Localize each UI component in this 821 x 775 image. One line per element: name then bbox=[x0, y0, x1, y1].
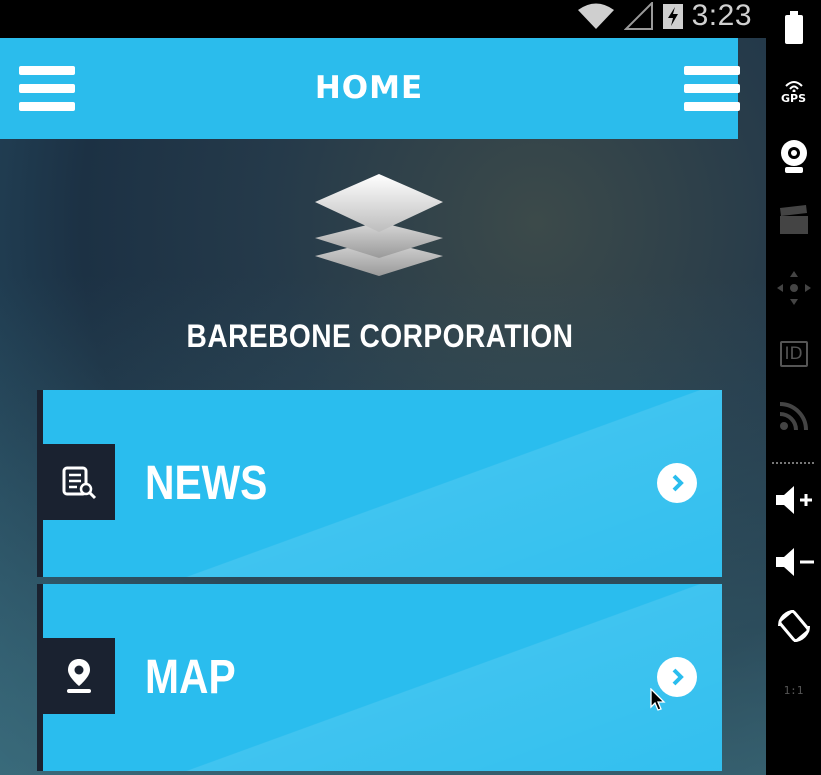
rotate-icon[interactable] bbox=[766, 606, 821, 646]
scale-icon[interactable]: 1:1 bbox=[766, 670, 821, 710]
news-icon bbox=[62, 466, 97, 500]
app-screen: HOME BAREBONE CORPORATION NEWS MAP bbox=[0, 38, 766, 775]
map-card-button[interactable]: MAP bbox=[37, 584, 722, 771]
news-card-button[interactable]: NEWS bbox=[37, 390, 722, 577]
page-title: HOME bbox=[314, 70, 424, 106]
gps-label: GPS bbox=[780, 91, 806, 105]
battery-icon[interactable] bbox=[766, 8, 821, 48]
company-name: BAREBONE CORPORATION bbox=[186, 318, 574, 354]
rss-icon[interactable] bbox=[766, 396, 821, 436]
chevron-right-icon bbox=[657, 463, 697, 503]
id-label: ID bbox=[779, 341, 808, 367]
battery-charging-icon bbox=[662, 4, 683, 29]
clapper-icon[interactable] bbox=[766, 200, 821, 240]
volume-up-icon[interactable] bbox=[766, 480, 821, 520]
status-time: 3:23 bbox=[691, 0, 752, 32]
map-pin-icon bbox=[67, 659, 91, 693]
id-icon[interactable]: ID bbox=[766, 334, 821, 374]
wifi-icon bbox=[577, 3, 614, 29]
volume-down-icon[interactable] bbox=[766, 542, 821, 582]
map-label: MAP bbox=[145, 651, 236, 704]
signal-icon bbox=[623, 2, 653, 30]
news-label: NEWS bbox=[145, 457, 268, 510]
toolbar-divider bbox=[766, 458, 821, 468]
top-app-bar: HOME bbox=[0, 38, 740, 139]
map-icon-box bbox=[43, 638, 115, 714]
status-icons: 3:23 bbox=[576, 0, 752, 32]
news-icon-box bbox=[43, 444, 115, 520]
dpad-icon[interactable] bbox=[766, 266, 821, 310]
emulator-toolbar: GPS ID 1:1 bbox=[766, 0, 821, 775]
camera-icon[interactable] bbox=[766, 136, 821, 176]
options-hamburger-icon[interactable] bbox=[684, 66, 740, 112]
layers-icon bbox=[315, 174, 443, 276]
ratio-label: 1:1 bbox=[783, 683, 804, 697]
status-bar: 3:23 bbox=[0, 0, 766, 38]
gps-icon[interactable]: GPS bbox=[766, 72, 821, 112]
mouse-cursor-icon bbox=[650, 688, 666, 711]
